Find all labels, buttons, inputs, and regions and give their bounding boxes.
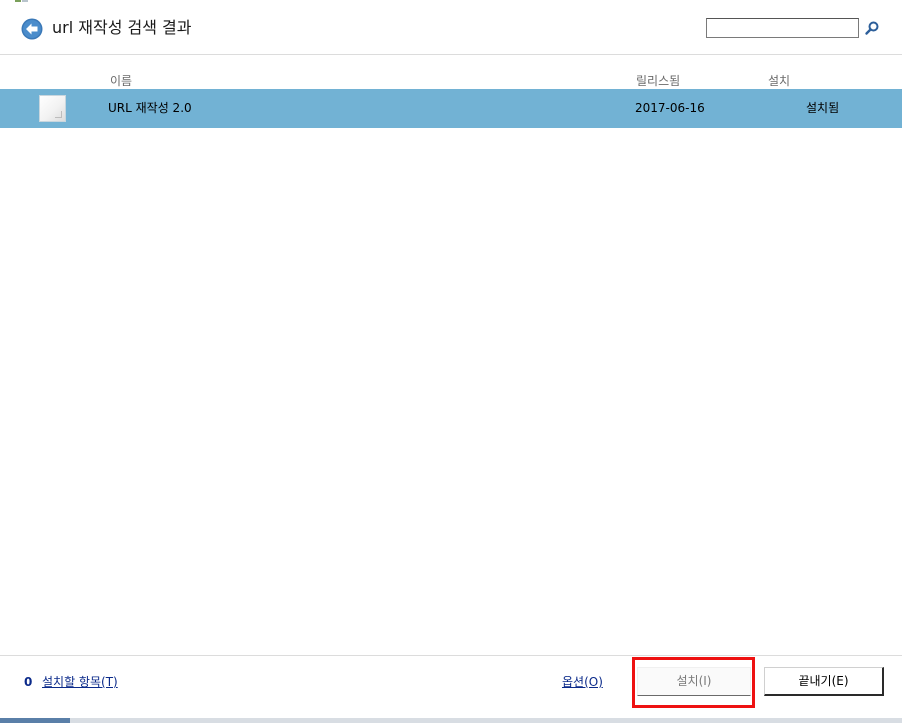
items-to-install-link[interactable]: 설치할 항목(T): [42, 674, 118, 690]
back-arrow-icon[interactable]: [21, 18, 43, 40]
column-header-install[interactable]: 설치: [768, 73, 790, 89]
page-title: url 재작성 검색 결과: [52, 18, 192, 37]
package-icon: [39, 95, 66, 122]
result-install-status: 설치됨: [806, 101, 840, 115]
options-link[interactable]: 옵션(O): [562, 674, 603, 690]
footer-divider: [0, 655, 902, 656]
items-to-install-count: 0: [24, 675, 33, 689]
app-icon: [15, 0, 28, 2]
column-header-name[interactable]: 이름: [110, 73, 132, 89]
result-row[interactable]: URL 재작성 2.0 2017-06-16 설치됨: [0, 89, 902, 128]
column-header-released[interactable]: 릴리스됨: [636, 73, 680, 89]
exit-button[interactable]: 끝내기(E): [764, 667, 884, 696]
taskbar-strip: [0, 718, 902, 723]
header-divider: [0, 54, 902, 55]
taskbar-start-fragment: [0, 718, 70, 723]
install-button[interactable]: 설치(I): [637, 667, 751, 696]
search-icon[interactable]: [864, 20, 880, 36]
result-release-date: 2017-06-16: [635, 101, 705, 115]
search-input[interactable]: [706, 18, 859, 38]
result-name: URL 재작성 2.0: [108, 101, 192, 115]
web-platform-installer-window: url 재작성 검색 결과 이름 릴리스됨 설치 URL 재작성 2.0 201…: [0, 0, 902, 723]
